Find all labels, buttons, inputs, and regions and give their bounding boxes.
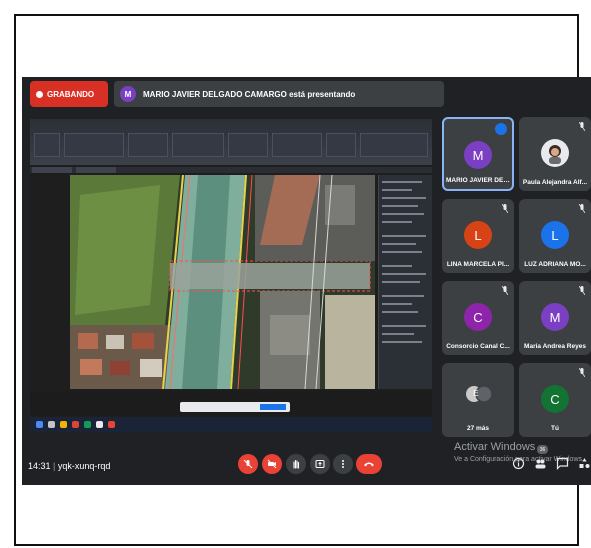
chat-icon[interactable]	[556, 457, 569, 470]
participant-tile-lina[interactable]: L LINA MARCELA PI...	[442, 199, 514, 273]
present-button[interactable]	[310, 454, 330, 474]
participant-tile-luz[interactable]: L LUZ ADRIANA MO...	[519, 199, 591, 273]
presenting-text: MARIO JAVIER DELGADO CAMARGO está presen…	[143, 89, 356, 99]
mic-off-icon	[579, 204, 585, 213]
avatar: C	[541, 385, 569, 413]
participant-tile-paula[interactable]: Paula Alejandra Alf...	[519, 117, 591, 191]
people-icon[interactable]	[534, 457, 547, 470]
end-call-icon	[364, 462, 374, 467]
meet-window: GRABANDO M MARIO JAVIER DELGADO CAMARGO …	[22, 77, 591, 485]
participant-count-badge: 36	[537, 445, 548, 454]
aerial-map	[70, 175, 375, 389]
mic-off-icon	[243, 459, 253, 469]
recording-indicator[interactable]: GRABANDO	[30, 81, 108, 107]
participant-name: Tú	[551, 425, 559, 432]
participant-name: MARIO JAVIER DEL...	[446, 177, 512, 184]
meeting-code: yqk-xunq-rqd	[57, 461, 111, 471]
person-photo-icon	[549, 145, 561, 164]
avatar: C	[464, 303, 492, 331]
end-call-button[interactable]	[356, 454, 382, 474]
shared-screen[interactable]	[30, 119, 432, 432]
participant-name: LINA MARCELA PI...	[446, 261, 510, 268]
presenting-banner: M MARIO JAVIER DELGADO CAMARGO está pres…	[114, 81, 444, 107]
more-options-icon	[342, 460, 344, 468]
mic-off-icon	[579, 122, 585, 131]
avatar: M	[464, 141, 492, 169]
activation-title: Activar Windows	[454, 441, 536, 453]
participant-name: LUZ ADRIANA MO...	[524, 261, 586, 268]
cad-ribbon	[30, 119, 432, 165]
cad-properties-panel[interactable]	[378, 175, 432, 389]
meeting-time: 14:31	[28, 461, 51, 471]
participant-name: Maria Andrea Reyes	[524, 343, 586, 350]
mic-toggle-button[interactable]	[238, 454, 258, 474]
cad-doc-tabs	[30, 167, 432, 173]
record-dot-icon	[36, 90, 43, 98]
avatar-photo	[541, 139, 569, 167]
side-controls	[512, 457, 591, 470]
presenter-avatar: M	[120, 86, 136, 102]
windows-taskbar	[30, 417, 432, 432]
participant-tile-consorcio[interactable]: C Consorcio Canal C...	[442, 281, 514, 355]
more-options-button[interactable]	[333, 454, 353, 474]
participant-tile-self[interactable]: C Tú	[519, 363, 591, 437]
participant-tile-maria[interactable]: M Maria Andrea Reyes	[519, 281, 591, 355]
speaking-icon	[495, 123, 507, 135]
participant-tile-more[interactable]: E 27 más	[442, 363, 514, 437]
raise-hand-button[interactable]	[286, 454, 306, 474]
recording-label: GRABANDO	[47, 89, 95, 99]
avatar-initial: E	[473, 388, 479, 398]
mic-off-icon	[579, 368, 585, 377]
participant-name: Paula Alejandra Alf...	[522, 179, 588, 186]
mic-off-icon	[579, 286, 585, 295]
participant-name: 27 más	[466, 425, 490, 432]
activities-icon[interactable]	[578, 457, 591, 470]
avatar: M	[541, 303, 569, 331]
camera-off-icon	[267, 459, 277, 469]
participant-name: Consorcio Canal C...	[446, 343, 510, 350]
cad-map-viewport[interactable]	[70, 175, 375, 389]
camera-toggle-button[interactable]	[262, 454, 282, 474]
present-icon	[315, 460, 325, 468]
participant-tile-mario[interactable]: M MARIO JAVIER DEL...	[442, 117, 514, 191]
info-icon[interactable]	[512, 457, 525, 470]
avatar: L	[541, 221, 569, 249]
mic-off-icon	[502, 286, 508, 295]
mic-off-icon	[502, 204, 508, 213]
meeting-info: 14:31 | yqk-xunq-rqd	[28, 461, 111, 471]
sharing-toast[interactable]	[180, 402, 290, 412]
avatar: L	[464, 221, 492, 249]
raise-hand-icon	[293, 459, 300, 469]
